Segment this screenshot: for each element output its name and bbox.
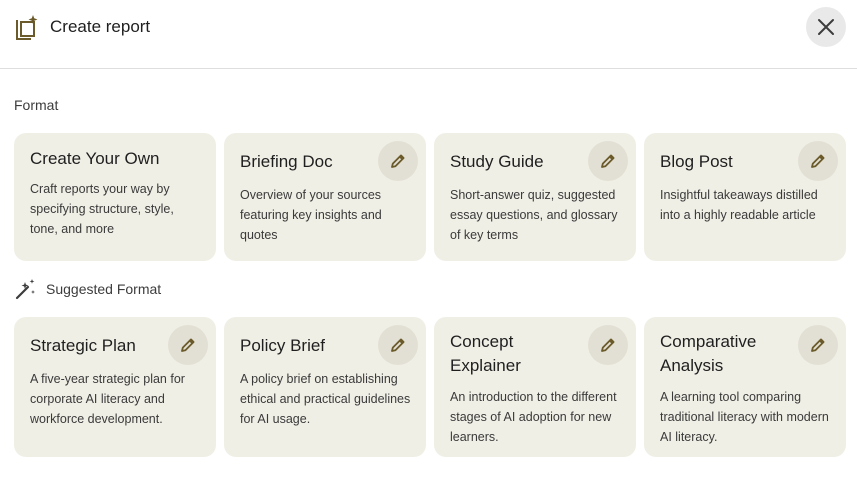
- suggested-section-label: Suggested Format: [46, 281, 162, 297]
- card-title: Strategic Plan: [30, 336, 136, 355]
- pencil-icon: [601, 154, 615, 168]
- edit-button[interactable]: [168, 325, 208, 365]
- card-description: Short-answer quiz, suggested essay quest…: [450, 188, 618, 242]
- magic-wand-icon: [15, 279, 35, 300]
- create-your-own-card[interactable]: Create Your Own Craft reports your way b…: [14, 133, 216, 261]
- edit-button[interactable]: [378, 141, 418, 181]
- edit-button[interactable]: [588, 141, 628, 181]
- edit-button[interactable]: [798, 325, 838, 365]
- card-description: Craft reports your way by specifying str…: [30, 182, 174, 236]
- card-description: Overview of your sources featuring key i…: [240, 188, 382, 242]
- dialog-header: Create report: [0, 0, 857, 69]
- strategic-plan-card[interactable]: Strategic Plan A five-year strategic pla…: [14, 317, 216, 457]
- edit-button[interactable]: [378, 325, 418, 365]
- pencil-icon: [391, 154, 405, 168]
- card-title: Study Guide: [450, 152, 544, 171]
- card-title: Concept Explainer: [450, 332, 521, 375]
- card-description: A learning tool comparing traditional li…: [660, 390, 829, 444]
- blog-post-card[interactable]: Blog Post Insightful takeaways distilled…: [644, 133, 846, 261]
- card-description: A policy brief on establishing ethical a…: [240, 372, 411, 426]
- card-description: A five-year strategic plan for corporate…: [30, 372, 185, 426]
- card-title: Policy Brief: [240, 336, 326, 355]
- pencil-icon: [811, 154, 825, 168]
- format-section-label: Format: [14, 97, 59, 113]
- pencil-icon: [811, 338, 825, 352]
- report-sparkle-icon: [16, 15, 38, 40]
- briefing-doc-card[interactable]: Briefing Doc Overview of your sources fe…: [224, 133, 426, 261]
- card-title: Create Your Own: [30, 149, 160, 168]
- card-title: Comparative Analysis: [660, 332, 757, 375]
- edit-button[interactable]: [798, 141, 838, 181]
- close-button[interactable]: [806, 7, 846, 47]
- card-title: Blog Post: [660, 152, 733, 171]
- comparative-analysis-card[interactable]: Comparative Analysis A learning tool com…: [644, 317, 846, 457]
- concept-explainer-card[interactable]: Concept Explainer An introduction to the…: [434, 317, 636, 457]
- policy-brief-card[interactable]: Policy Brief A policy brief on establish…: [224, 317, 426, 457]
- card-description: Insightful takeaways distilled into a hi…: [660, 188, 818, 222]
- dialog-title: Create report: [50, 17, 151, 36]
- pencil-icon: [181, 338, 195, 352]
- close-icon: [818, 19, 834, 35]
- pencil-icon: [391, 338, 405, 352]
- pencil-icon: [601, 338, 615, 352]
- card-title: Briefing Doc: [240, 152, 333, 171]
- study-guide-card[interactable]: Study Guide Short-answer quiz, suggested…: [434, 133, 636, 261]
- card-description: An introduction to the different stages …: [450, 390, 617, 444]
- edit-button[interactable]: [588, 325, 628, 365]
